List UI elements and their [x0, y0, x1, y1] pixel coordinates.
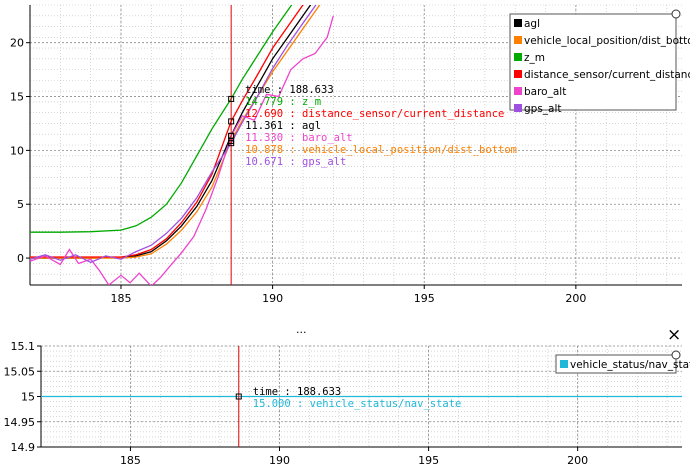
legend-entry[interactable]: vehicle_status/nav_state [570, 359, 690, 371]
legend-entry[interactable]: vehicle_local_position/dist_bottom [524, 35, 690, 47]
legend-entry[interactable]: gps_alt [524, 103, 562, 115]
y-tick-label: 0 [17, 252, 24, 265]
tooltip-series-name: z_m [302, 96, 321, 108]
tooltip-series-name: vehicle_status/nav_state [310, 398, 462, 410]
legend-swatch [514, 19, 522, 27]
tooltip-series-name: gps_alt [302, 156, 346, 168]
y-tick-label: 20 [10, 37, 24, 50]
x-tick-label: 195 [414, 292, 435, 305]
tooltip-value-row: 11.330 : baro_alt [245, 132, 352, 144]
top-plot[interactable]: 0 5 10 15 20 185 190 195 200 time : 188.63314.779… [10, 0, 690, 305]
y-tick-label: 5 [17, 198, 24, 211]
y-tick-label: 15.1 [11, 340, 36, 353]
tooltip-separator: : [283, 96, 302, 108]
tooltip-value: 14.779 [245, 96, 283, 108]
tooltip-value-row: 10.878 : vehicle_local_position/dist_bot… [245, 144, 517, 156]
tooltip-separator: : [283, 156, 302, 168]
tooltip-value: 11.361 [245, 120, 283, 132]
x-tick-label: 195 [418, 454, 439, 467]
tooltip-value-row: 11.361 : agl [245, 120, 321, 132]
x-tick-label: 200 [565, 292, 586, 305]
tooltip-value: 10.878 [245, 144, 283, 156]
tooltip-separator: : [283, 120, 302, 132]
x-tick-label: 185 [110, 292, 131, 305]
tooltip-series-name: vehicle_local_position/dist_bottom [302, 144, 517, 156]
legend-swatch [514, 87, 522, 95]
y-tick-label: 10 [10, 144, 24, 157]
tooltip-series-name: baro_alt [302, 132, 353, 144]
legend-entry[interactable]: distance_sensor/current_distance [524, 69, 690, 81]
y-tick-label: 15.05 [4, 365, 36, 378]
y-tick-label: 14.9 [11, 441, 36, 454]
close-icon[interactable]: × [667, 325, 681, 345]
y-tick-label: 15 [10, 91, 24, 104]
tooltip-separator: : [291, 398, 310, 410]
legend-swatch [514, 70, 522, 78]
legend-swatch [514, 36, 522, 44]
legend-swatch [514, 53, 522, 61]
tooltip-time: time : 188.633 [253, 386, 342, 398]
y-tick-label: 15 [21, 391, 35, 404]
tooltip-separator: : [283, 132, 302, 144]
tooltip-value: 10.671 [245, 156, 283, 168]
tooltip-value: 11.330 [245, 132, 283, 144]
tooltip-value-row: 10.671 : gps_alt [245, 156, 346, 168]
tooltip-separator: : [283, 144, 302, 156]
bottom-plot[interactable]: 14.9 14.95 15 15.05 15.1 185 190 195 200 time : 1… [4, 340, 690, 467]
x-tick-label: 190 [262, 292, 283, 305]
tooltip-series-name: agl [302, 120, 321, 132]
x-tick-label: 200 [567, 454, 588, 467]
legend-swatch [560, 360, 568, 368]
legend-resize-handle[interactable] [671, 350, 681, 360]
splitter-handle[interactable]: ... [296, 323, 307, 336]
legend-entry[interactable]: agl [524, 18, 540, 30]
x-tick-label: 185 [120, 454, 141, 467]
tooltip-value: 12.690 [245, 108, 283, 120]
tooltip-series-name: distance_sensor/current_distance [302, 108, 504, 120]
tooltip-value-row: 15.000 : vehicle_status/nav_state [253, 398, 462, 410]
tooltip-separator: : [283, 108, 302, 120]
legend-entry[interactable]: z_m [524, 52, 545, 64]
plot-canvas[interactable]: 05101520185 190 195 200time : 188.63314.779… [0, 0, 690, 472]
y-tick-label: 14.95 [4, 416, 36, 429]
legend-swatch [514, 104, 522, 112]
legend-entry[interactable]: baro_alt [524, 86, 566, 98]
tooltip-value-row: 12.690 : distance_sensor/current_distanc… [245, 108, 504, 120]
tooltip-time: time : 188.633 [245, 84, 334, 96]
tooltip-value-row: 14.779 : z_m [245, 96, 321, 108]
legend-resize-handle[interactable] [671, 9, 681, 19]
tooltip-value: 15.000 [253, 398, 291, 410]
x-tick-label: 190 [269, 454, 290, 467]
